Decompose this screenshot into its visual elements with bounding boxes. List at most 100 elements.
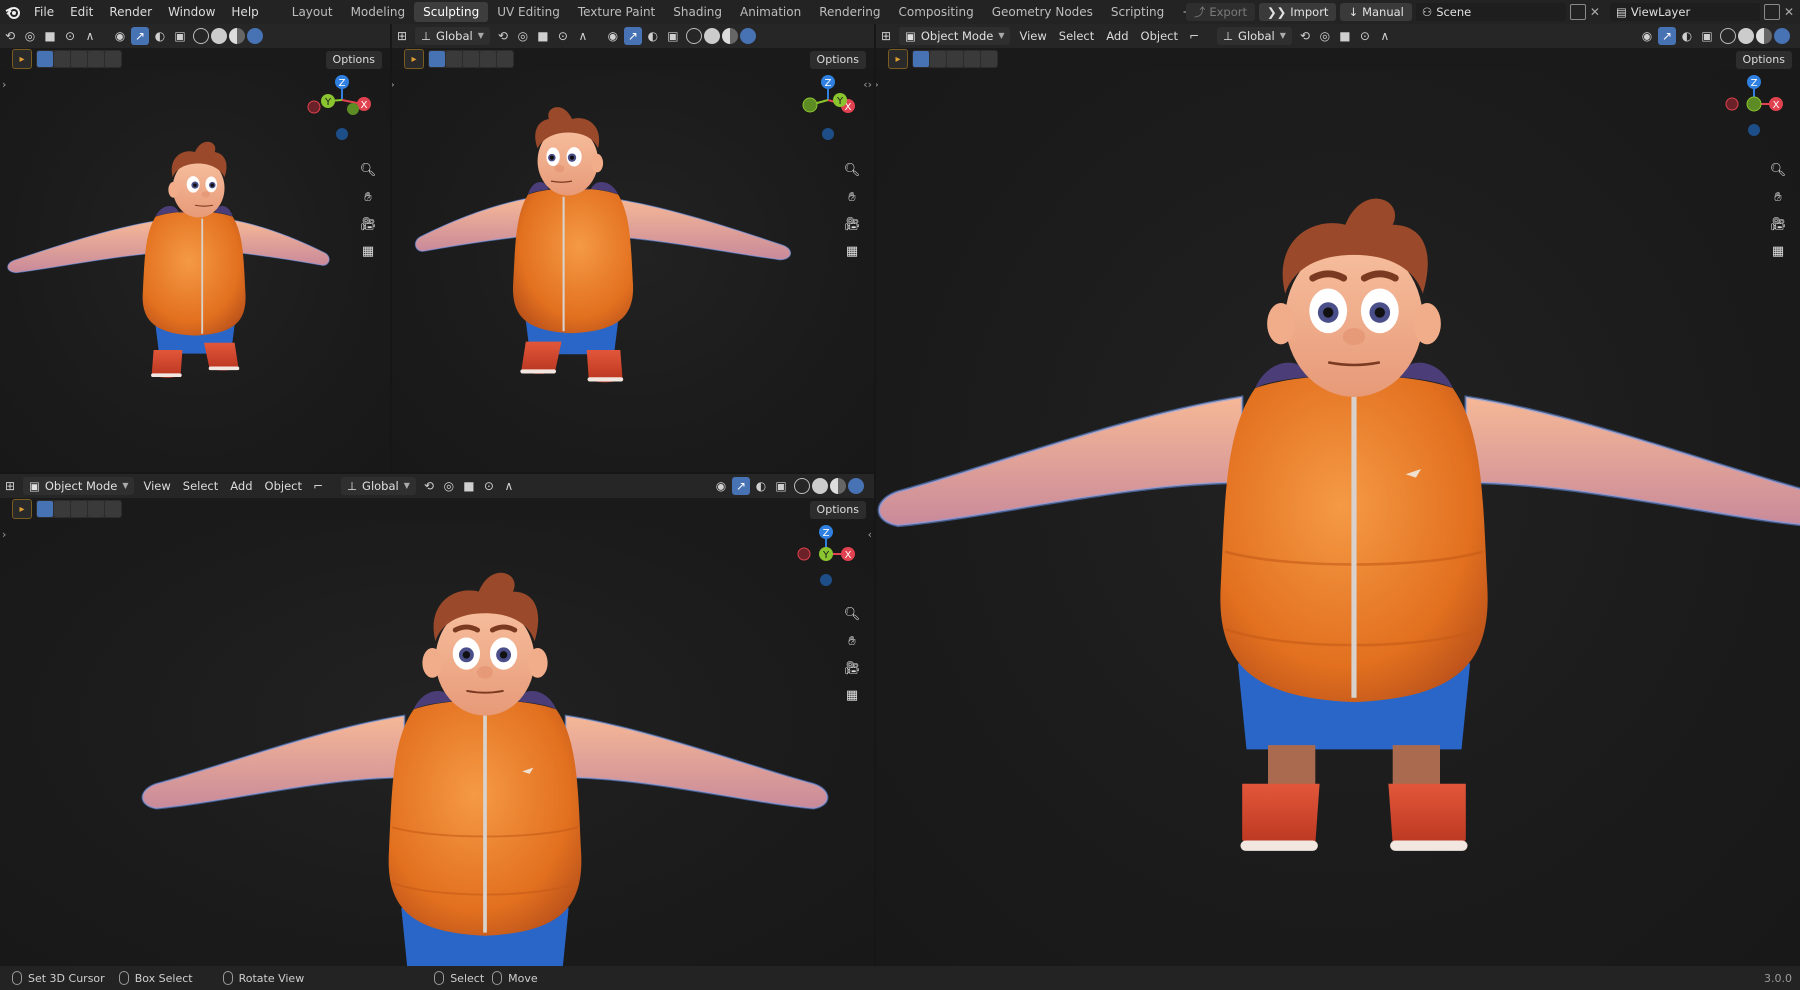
snap-target-icon[interactable]: ■ <box>41 27 59 45</box>
camera-icon[interactable]: 🎥︎ <box>842 214 862 234</box>
perspective-grid-icon[interactable]: ▦ <box>842 685 862 705</box>
transform-icon[interactable]: ⌐ <box>1185 27 1203 45</box>
shading-modes[interactable] <box>685 28 756 44</box>
zoom-icon[interactable]: 🔍︎ <box>1768 160 1788 180</box>
proportional-edit-icon[interactable]: ⊙ <box>61 27 79 45</box>
close-view-layer-icon[interactable]: ✕ <box>1784 5 1794 19</box>
options-button[interactable]: Options <box>809 501 866 519</box>
overlay-icon[interactable]: ◐ <box>644 27 662 45</box>
menu-view[interactable]: View <box>137 479 176 493</box>
falloff-icon[interactable]: ∧ <box>81 27 99 45</box>
tab-compositing[interactable]: Compositing <box>889 2 982 22</box>
menu-view[interactable]: View <box>1013 29 1052 43</box>
navigation-gizmo[interactable]: Z X <box>1714 72 1794 146</box>
falloff-icon[interactable]: ∧ <box>500 477 518 495</box>
navigation-gizmo[interactable]: Z X Y <box>788 72 868 146</box>
shading-modes[interactable] <box>193 28 263 44</box>
xray-icon[interactable]: ▣ <box>664 27 682 45</box>
orientation-dropdown[interactable]: ⊥ Global ▼ <box>341 477 416 495</box>
xray-icon[interactable]: ▣ <box>1698 27 1716 45</box>
orientation-dropdown[interactable]: ⊥ Global ▼ <box>415 27 490 45</box>
tab-animation[interactable]: Animation <box>731 2 810 22</box>
snap-target-icon[interactable]: ■ <box>534 27 552 45</box>
menu-help[interactable]: Help <box>223 0 266 24</box>
ortho-grid-icon[interactable]: ▦ <box>1768 241 1788 261</box>
view-layer-selector[interactable]: ▤ ViewLayer <box>1609 3 1760 21</box>
options-button[interactable]: Options <box>1735 51 1792 69</box>
options-button[interactable]: Options <box>809 51 866 69</box>
proportional-edit-icon[interactable]: ⊙ <box>554 27 572 45</box>
camera-icon[interactable]: 🎥︎ <box>1768 214 1788 234</box>
snap-target-icon[interactable]: ■ <box>460 477 478 495</box>
tab-shading[interactable]: Shading <box>664 2 731 22</box>
menu-add[interactable]: Add <box>1100 29 1134 43</box>
tab-texture-paint[interactable]: Texture Paint <box>569 2 664 22</box>
viewport-top-left[interactable]: ⟲ ◎ ■ ⊙ ∧ ◉ ↗ ◐ ▣ ▸ Options Z X Y 🔍︎ ✋︎ … <box>0 24 390 472</box>
gizmo-toggle-icon[interactable]: ↗ <box>1658 27 1676 45</box>
select-tool-icon[interactable]: ▸ <box>888 49 908 69</box>
pivot-icon[interactable]: ⟲ <box>1296 27 1314 45</box>
blender-logo-icon[interactable] <box>0 0 26 24</box>
tab-rendering[interactable]: Rendering <box>810 2 889 22</box>
sidebar-expand-icon[interactable]: ‹› <box>863 78 872 91</box>
zoom-icon[interactable]: 🔍︎ <box>842 160 862 180</box>
pivot-icon[interactable]: ⟲ <box>420 477 438 495</box>
sidebar-expand-icon[interactable]: ‹ <box>868 528 872 541</box>
proportional-edit-icon[interactable]: ⊙ <box>480 477 498 495</box>
mode-dropdown[interactable]: ▣ Object Mode ▼ <box>23 477 135 495</box>
gizmo-toggle-icon[interactable]: ↗ <box>732 477 750 495</box>
editor-type-icon[interactable]: ⊞ <box>877 27 895 45</box>
menu-window[interactable]: Window <box>160 0 223 24</box>
pan-hand-icon[interactable]: ✋︎ <box>358 187 378 207</box>
toolbar-expand-icon[interactable]: › <box>2 78 6 91</box>
viewport-canvas[interactable]: Z X Y 🔍︎ ✋︎ 🎥︎ ▦ › ‹ <box>0 520 874 966</box>
xray-icon[interactable]: ▣ <box>171 27 189 45</box>
selection-mode-buttons[interactable] <box>428 50 514 68</box>
toolbar-expand-icon[interactable]: › <box>2 528 6 541</box>
viewport-right-main[interactable]: ⊞ ▣ Object Mode ▼ View Select Add Object ⌐… <box>876 24 1800 966</box>
import-button[interactable]: ❯❯ Import <box>1258 3 1337 21</box>
pan-hand-icon[interactable]: ✋︎ <box>842 187 862 207</box>
overlay-icon[interactable]: ◐ <box>1678 27 1696 45</box>
selection-mode-buttons[interactable] <box>36 500 122 518</box>
viewport-bottom-left[interactable]: ⊞ ▣ Object Mode ▼ View Select Add Object ⌐… <box>0 474 874 966</box>
pan-hand-icon[interactable]: ✋︎ <box>842 631 862 651</box>
falloff-icon[interactable]: ∧ <box>1376 27 1394 45</box>
visibility-icon[interactable]: ◉ <box>111 27 129 45</box>
navigation-gizmo[interactable]: Z X Y <box>786 522 866 596</box>
snap-icon[interactable]: ◎ <box>514 27 532 45</box>
tab-sculpting[interactable]: Sculpting <box>414 2 489 22</box>
zoom-icon[interactable]: 🔍︎ <box>358 160 378 180</box>
editor-type-icon[interactable]: ⊞ <box>1 477 19 495</box>
new-scene-icon[interactable] <box>1569 4 1586 20</box>
tab-geometry-nodes[interactable]: Geometry Nodes <box>983 2 1102 22</box>
mode-dropdown[interactable]: ▣ Object Mode ▼ <box>899 27 1011 45</box>
toolbar-expand-icon[interactable]: ‹› <box>392 78 395 91</box>
visibility-icon[interactable]: ◉ <box>712 477 730 495</box>
visibility-icon[interactable]: ◉ <box>1638 27 1656 45</box>
toolbar-expand-icon[interactable]: ‹› <box>876 78 879 91</box>
new-view-layer-icon[interactable] <box>1763 4 1780 20</box>
snap-icon[interactable]: ◎ <box>440 477 458 495</box>
snap-target-icon[interactable]: ■ <box>1336 27 1354 45</box>
menu-file[interactable]: File <box>26 0 62 24</box>
gizmo-toggle-icon[interactable]: ↗ <box>623 27 642 45</box>
menu-select[interactable]: Select <box>1053 29 1100 43</box>
viewport-top-middle[interactable]: ⊞ ⊥Global▼ ⟲ ◎ ■ ⊙ ∧ ◉ ↗ ◐ ▣ ▸ Options <box>392 24 874 472</box>
tab-layout[interactable]: Layout <box>283 2 342 22</box>
navigation-gizmo[interactable]: Z X Y <box>302 72 382 146</box>
transform-icon[interactable]: ⌐ <box>309 477 327 495</box>
selection-mode-buttons[interactable] <box>36 50 122 68</box>
editor-type-icon[interactable]: ⊞ <box>393 27 411 45</box>
xray-icon[interactable]: ▣ <box>772 477 790 495</box>
menu-object[interactable]: Object <box>1135 29 1184 43</box>
shading-modes[interactable] <box>794 478 864 494</box>
menu-edit[interactable]: Edit <box>62 0 101 24</box>
select-tool-icon[interactable]: ▸ <box>404 49 424 69</box>
snap-icon[interactable]: ◎ <box>21 27 39 45</box>
ortho-grid-icon[interactable]: ▦ <box>358 241 378 261</box>
transform-pivot-icon[interactable]: ⟲ <box>1 27 19 45</box>
visibility-icon[interactable]: ◉ <box>604 27 622 45</box>
menu-select[interactable]: Select <box>177 479 224 493</box>
shading-modes[interactable] <box>1720 28 1790 44</box>
